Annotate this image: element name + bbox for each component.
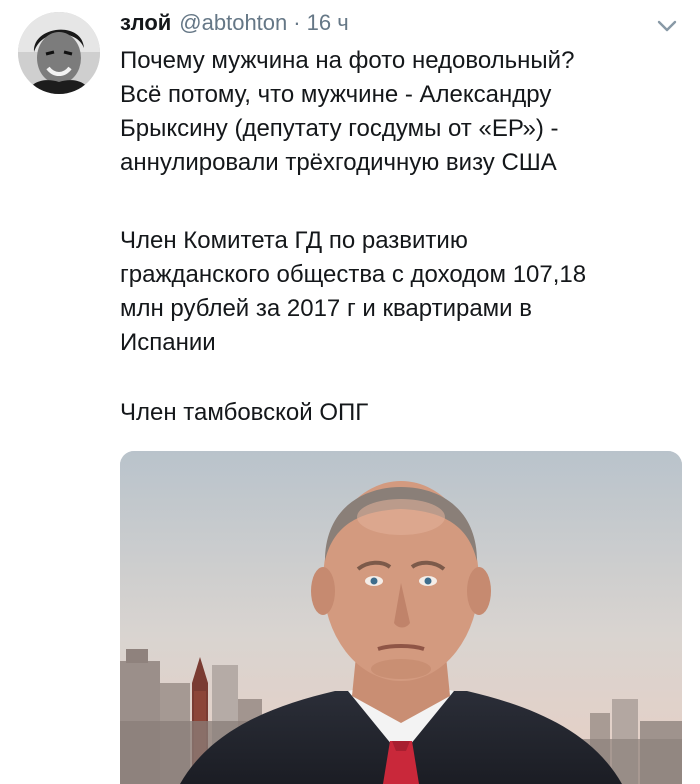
tweet-text-line: Почему мужчина на фото недовольный? — [120, 47, 575, 74]
tweet-text-line: млн рублей за 2017 г и квартирами в — [120, 295, 533, 322]
tweet-text-paragraph-3: Член тамбовской ОПГ — [120, 396, 680, 430]
avatar[interactable] — [18, 12, 100, 94]
chevron-down-icon[interactable] — [656, 18, 678, 34]
photo-image — [120, 451, 682, 784]
timestamp[interactable]: 16 ч — [307, 10, 349, 36]
separator-dot: · — [293, 10, 301, 35]
tweet-text-line: Всё потому, что мужчине - Александру — [120, 81, 552, 108]
tweet-text-paragraph-1: Почему мужчина на фото недовольный? Всё … — [120, 44, 680, 180]
user-handle[interactable]: @abtohton — [179, 10, 287, 36]
tweet-text-paragraph-2: Член Комитета ГД по развитию гражданског… — [120, 224, 680, 360]
tweet-text-line: Брыксину (депутату госдумы от «ЕР») - — [120, 115, 559, 142]
avatar-photo — [18, 12, 100, 94]
tweet-text-line: Член Комитета ГД по развитию — [120, 227, 468, 254]
tweet-header: злой @abtohton · 16 ч — [120, 10, 349, 40]
tweet-text-line: Испании — [120, 329, 216, 356]
tweet: злой @abtohton · 16 ч Почему мужчина на … — [0, 0, 700, 784]
tweet-text-line: гражданского общества с доходом 107,18 — [120, 261, 587, 288]
tweet-text-line: аннулировали трёхгодичную визу США — [120, 149, 557, 176]
display-name[interactable]: злой — [120, 10, 171, 36]
tweet-photo[interactable] — [120, 451, 682, 784]
tweet-text-line: Член тамбовской ОПГ — [120, 399, 369, 426]
